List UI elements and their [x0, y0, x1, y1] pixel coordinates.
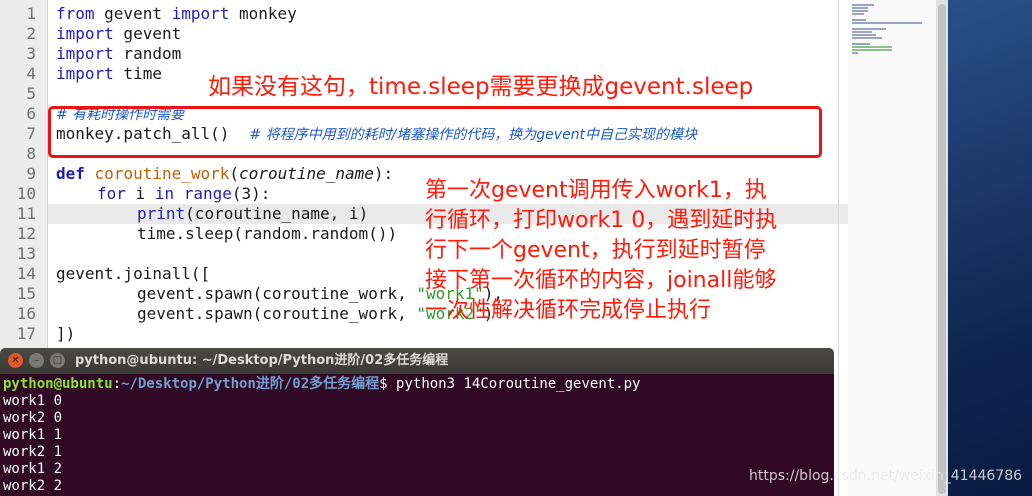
minimize-icon[interactable]: –	[29, 353, 44, 368]
code-text: ):	[373, 164, 394, 183]
code-text: i	[125, 184, 155, 203]
prompt-path: ~/Desktop/Python进阶/02多任务编程	[121, 376, 380, 392]
code-line-12[interactable]: time.sleep(random.random())	[137, 224, 397, 244]
line-number: 5	[26, 84, 36, 103]
annotation-explain-1: 第一次gevent调用传入work1，执	[425, 178, 767, 203]
minimap-line	[852, 49, 892, 51]
minimap-line	[852, 37, 882, 39]
scrollbar-thumb[interactable]	[938, 4, 946, 494]
keyword: import	[171, 4, 230, 23]
terminal-body[interactable]: python@ubuntu:~/Desktop/Python进阶/02多任务编程…	[0, 374, 834, 496]
code-line-9[interactable]: def coroutine_work(coroutine_name):	[56, 164, 393, 184]
line-number: 15	[16, 284, 36, 303]
annotation-explain-3: 行下一个gevent，执行到延时暂停	[425, 238, 766, 263]
line-number: 9	[26, 164, 36, 183]
code-text: gevent.spawn(coroutine_work,	[137, 304, 417, 323]
code-line-10[interactable]: for i in range(3):	[97, 184, 270, 204]
minimap-line	[852, 22, 922, 24]
code-text: gevent.spawn(coroutine_work,	[137, 284, 417, 303]
line-number: 1	[26, 4, 36, 23]
desktop-background	[948, 0, 1032, 496]
minimap-line	[852, 19, 866, 21]
prompt-user: python@ubuntu	[3, 376, 113, 392]
function-name: coroutine_work	[94, 164, 230, 183]
terminal-output-line: work1 2	[3, 461, 63, 477]
terminal-output-line: work1 0	[3, 393, 63, 409]
code-line-1[interactable]: from gevent import monkey	[56, 4, 297, 24]
code-line-17[interactable]: ])	[56, 324, 75, 344]
minimap-line	[852, 52, 858, 54]
builtin: print	[137, 204, 186, 223]
minimap-line	[852, 43, 870, 45]
terminal-prompt-line: python@ubuntu:~/Desktop/Python进阶/02多任务编程…	[3, 376, 641, 392]
code-line-11[interactable]: print(coroutine_name, i)	[137, 204, 368, 224]
keyword: from	[56, 4, 95, 23]
terminal-title: python@ubuntu: ~/Desktop/Python进阶/02多任务编…	[75, 353, 449, 368]
minimap-line	[852, 34, 876, 36]
keyword: in	[154, 184, 175, 203]
terminal-window[interactable]: ✕ – ▢ python@ubuntu: ~/Desktop/Python进阶/…	[0, 348, 834, 496]
annotation-top: 如果没有这句，time.sleep需要更换成gevent.sleep	[208, 74, 754, 100]
minimap-line	[852, 10, 868, 12]
terminal-titlebar[interactable]: ✕ – ▢ python@ubuntu: ~/Desktop/Python进阶/…	[0, 348, 834, 374]
code-text: (coroutine_name, i)	[185, 204, 369, 223]
close-icon[interactable]: ✕	[8, 353, 23, 368]
terminal-output-line: work1 1	[3, 427, 63, 443]
minimap-line	[852, 4, 874, 6]
line-number: 13	[16, 244, 36, 263]
annotation-explain-2: 行循环，打印work1 0，遇到延时执	[425, 208, 778, 233]
line-number: 4	[26, 64, 36, 83]
line-number: 7	[26, 124, 36, 143]
line-number: 12	[16, 224, 36, 243]
minimap[interactable]	[848, 0, 936, 496]
minimap-line	[852, 13, 864, 15]
code-line-4[interactable]: import time	[56, 64, 162, 84]
minimap-line	[852, 46, 892, 48]
line-number: 3	[26, 44, 36, 63]
line-number: 17	[16, 324, 36, 343]
code-text: (3):	[231, 184, 271, 203]
terminal-output-line: work2 0	[3, 410, 63, 426]
terminal-output-line: work2 1	[3, 444, 63, 460]
minimap-line	[852, 28, 886, 30]
highlight-box	[48, 106, 822, 158]
keyword: import	[56, 44, 114, 63]
line-number: 2	[26, 24, 36, 43]
code-line-2[interactable]: import gevent	[56, 24, 181, 44]
line-number: 14	[16, 264, 36, 283]
line-number: 11	[16, 204, 36, 223]
builtin: range	[183, 184, 232, 203]
keyword: import	[56, 64, 114, 83]
keyword: for	[97, 184, 126, 203]
keyword: import	[56, 24, 114, 43]
minimap-line	[852, 7, 868, 9]
parameter: coroutine_name	[239, 164, 374, 183]
code-text: gevent	[94, 4, 172, 23]
code-text: random	[113, 44, 182, 63]
watermark: https://blog.csdn.net/weixin_41446786	[749, 468, 1023, 484]
keyword: def	[56, 164, 85, 183]
code-text: monkey	[229, 4, 297, 23]
line-number: 10	[16, 184, 36, 203]
code-text: (	[229, 164, 240, 183]
terminal-output-line: work2 2	[3, 478, 63, 494]
line-number: 6	[26, 104, 36, 123]
maximize-icon[interactable]: ▢	[50, 353, 65, 368]
minimap-line	[852, 31, 872, 33]
line-number: 8	[26, 144, 36, 163]
code-line-14[interactable]: gevent.joinall([	[56, 264, 210, 284]
vertical-scrollbar[interactable]	[936, 0, 948, 496]
code-line-3[interactable]: import random	[56, 44, 181, 64]
code-text: gevent	[113, 24, 182, 43]
right-margin-guide	[838, 0, 839, 496]
annotation-explain-4: 接下第一次循环的内容，joinall能够	[425, 268, 777, 293]
annotation-explain-5: 一次性解决循环完成停止执行	[425, 298, 712, 323]
terminal-command: $ python3 14Coroutine_gevent.py	[379, 376, 641, 392]
code-text: time	[113, 64, 162, 83]
line-number: 16	[16, 304, 36, 323]
